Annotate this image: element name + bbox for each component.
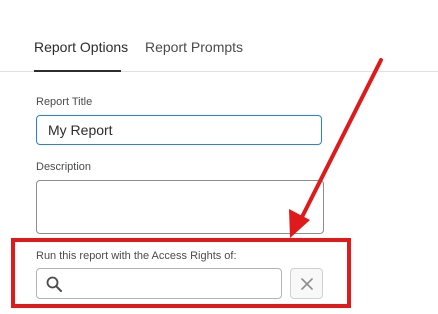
tab-bar: Report Options Report Prompts [0,0,438,73]
description-textarea[interactable] [36,180,324,234]
active-tab-indicator [34,70,121,72]
description-label: Description [36,161,92,173]
report-settings-panel: Report Options Report Prompts Report Tit… [0,0,438,314]
tab-report-options[interactable]: Report Options [34,39,128,55]
tab-report-prompts[interactable]: Report Prompts [145,39,243,55]
report-title-label: Report Title [36,96,93,108]
report-title-input[interactable] [36,115,322,145]
annotation-highlight-box [11,238,351,308]
